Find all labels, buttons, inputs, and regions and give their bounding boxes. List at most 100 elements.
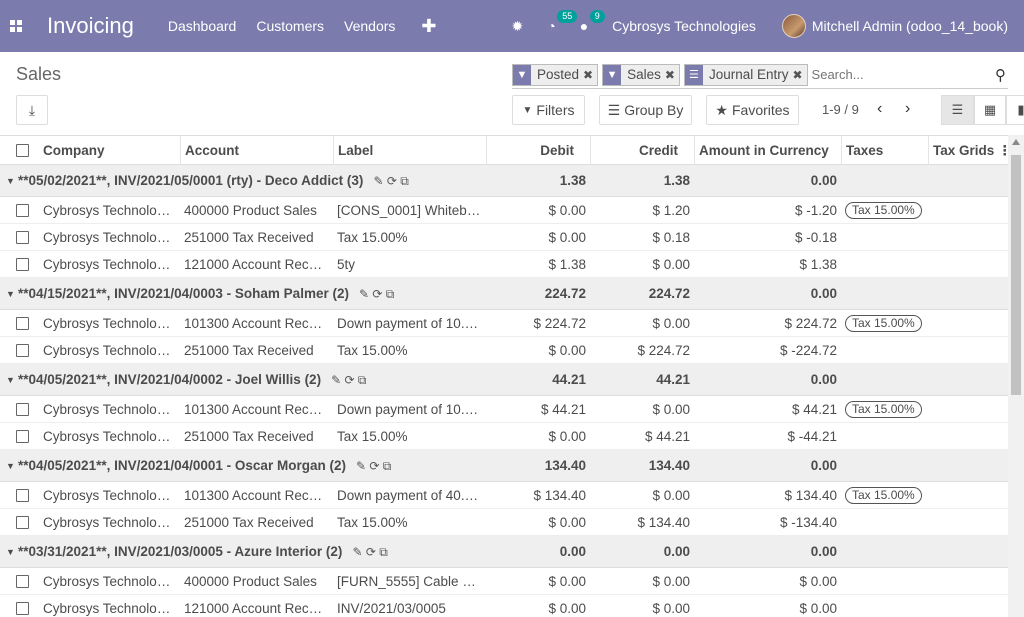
- row-checkbox[interactable]: [16, 403, 29, 416]
- row-checkbox[interactable]: [16, 575, 29, 588]
- duplicate-icon[interactable]: ⧉: [383, 459, 392, 473]
- row-checkbox[interactable]: [16, 602, 29, 615]
- duplicate-icon[interactable]: ⧉: [400, 174, 409, 188]
- edit-icon[interactable]: ✎: [331, 373, 341, 387]
- table-row[interactable]: Cybrosys Technologies 251000 Tax Received…: [0, 337, 1008, 364]
- duplicate-icon[interactable]: ⧉: [386, 287, 395, 301]
- user-avatar[interactable]: [781, 14, 806, 38]
- favorites-button[interactable]: ★ Favorites: [706, 95, 799, 125]
- cell-amount-in-currency: $ 134.40: [784, 488, 837, 503]
- col-taxes[interactable]: Taxes: [846, 136, 883, 165]
- table-row[interactable]: Cybrosys Technologies 400000 Product Sale…: [0, 568, 1008, 595]
- group-row[interactable]: ▼ **04/05/2021**, INV/2021/04/0002 - Joel…: [0, 364, 1008, 396]
- cell-amount-in-currency: $ -0.18: [794, 230, 837, 245]
- edit-icon[interactable]: ✎: [373, 174, 383, 188]
- menu-vendors[interactable]: Vendors: [344, 18, 395, 34]
- refresh-icon[interactable]: ⟳: [366, 545, 376, 559]
- group-credit: 0.00: [663, 544, 690, 559]
- cell-label: INV/2021/03/0005: [337, 601, 446, 616]
- menu-customers[interactable]: Customers: [256, 18, 324, 34]
- scroll-up-icon[interactable]: [1012, 139, 1020, 145]
- pivot-view-button[interactable]: ▦: [974, 95, 1006, 125]
- row-checkbox[interactable]: [16, 317, 29, 330]
- col-debit[interactable]: Debit: [490, 136, 574, 165]
- group-row[interactable]: ▼ **03/31/2021**, INV/2021/03/0005 - Azur…: [0, 536, 1008, 568]
- table-row[interactable]: Cybrosys Technologies 400000 Product Sale…: [0, 197, 1008, 224]
- user-menu[interactable]: Mitchell Admin (odoo_14_book): [812, 18, 1008, 34]
- table-row[interactable]: Cybrosys Technologies 251000 Tax Received…: [0, 423, 1008, 450]
- plus-icon[interactable]: ✚: [421, 16, 436, 37]
- refresh-icon[interactable]: ⟳: [369, 459, 379, 473]
- group-row[interactable]: ▼ **04/15/2021**, INV/2021/04/0003 - Soha…: [0, 278, 1008, 310]
- cell-account: 121000 Account Recei...: [184, 257, 329, 272]
- group-by-button[interactable]: ☰ Group By: [599, 95, 692, 125]
- list-view-button[interactable]: ☰: [941, 95, 974, 125]
- table-row[interactable]: Cybrosys Technologies 101300 Account Rece…: [0, 310, 1008, 337]
- search-icon[interactable]: ⚲: [995, 66, 1006, 84]
- company-switcher[interactable]: Cybrosys Technologies: [612, 18, 756, 34]
- graph-view-button[interactable]: ▮: [1006, 95, 1024, 125]
- bug-icon[interactable]: ✹: [511, 18, 523, 35]
- scroll-thumb[interactable]: [1011, 155, 1021, 395]
- col-amount-in-currency[interactable]: Amount in Currency: [699, 136, 829, 165]
- list-scrollbar[interactable]: [1008, 135, 1024, 617]
- menu-dashboard[interactable]: Dashboard: [168, 18, 237, 34]
- edit-icon[interactable]: ✎: [356, 459, 366, 473]
- top-navbar: Invoicing Dashboard Customers Vendors ✚ …: [0, 0, 1024, 52]
- pager-next-icon[interactable]: ›: [905, 100, 910, 118]
- col-credit[interactable]: Credit: [594, 136, 678, 165]
- activity-clock-icon[interactable]: ◔ 55: [547, 10, 578, 34]
- remove-facet-icon[interactable]: ✖: [665, 68, 679, 82]
- cell-amount-in-currency: $ -1.20: [794, 203, 837, 218]
- refresh-icon[interactable]: ⟳: [344, 373, 354, 387]
- search-input[interactable]: [811, 63, 995, 86]
- remove-facet-icon[interactable]: ✖: [792, 68, 806, 82]
- caret-down-icon: ▼: [6, 375, 15, 385]
- row-checkbox[interactable]: [16, 258, 29, 271]
- table-row[interactable]: Cybrosys Technologies 101300 Account Rece…: [0, 482, 1008, 509]
- pager-value[interactable]: 1-9 / 9: [822, 102, 859, 117]
- col-label[interactable]: Label: [338, 136, 373, 165]
- refresh-icon[interactable]: ⟳: [372, 287, 382, 301]
- row-checkbox[interactable]: [16, 430, 29, 443]
- cell-credit: $ 134.40: [637, 515, 690, 530]
- group-by-icon: ☰: [607, 101, 621, 118]
- filters-button[interactable]: ▼ Filters: [512, 95, 585, 125]
- row-checkbox[interactable]: [16, 231, 29, 244]
- cell-company: Cybrosys Technologies: [43, 316, 177, 331]
- group-label: **03/31/2021**, INV/2021/03/0005 - Azure…: [18, 544, 343, 559]
- download-button[interactable]: ⤓: [16, 95, 48, 125]
- edit-icon[interactable]: ✎: [352, 545, 362, 559]
- group-row[interactable]: ▼ **05/02/2021**, INV/2021/05/0001 (rty) …: [0, 165, 1008, 197]
- row-checkbox[interactable]: [16, 344, 29, 357]
- group-row[interactable]: ▼ **04/05/2021**, INV/2021/04/0001 - Osca…: [0, 450, 1008, 482]
- select-all-checkbox[interactable]: [16, 144, 29, 157]
- row-checkbox[interactable]: [16, 204, 29, 217]
- col-account[interactable]: Account: [185, 136, 239, 165]
- row-checkbox[interactable]: [16, 516, 29, 529]
- col-company[interactable]: Company: [43, 136, 105, 165]
- messages-icon[interactable]: ● 9: [580, 10, 605, 34]
- app-title[interactable]: Invoicing: [47, 13, 134, 39]
- cell-credit: $ 0.00: [652, 574, 690, 589]
- col-tax-grids[interactable]: Tax Grids: [933, 136, 994, 165]
- duplicate-icon[interactable]: ⧉: [358, 373, 367, 387]
- group-credit: 1.38: [663, 173, 690, 188]
- search-facet-journal-entry: ☰ Journal Entry ✖: [683, 63, 808, 86]
- cell-amount-in-currency: $ -134.40: [779, 515, 837, 530]
- refresh-icon[interactable]: ⟳: [387, 174, 397, 188]
- optional-columns-icon[interactable]: ⋮: [998, 136, 1008, 165]
- table-row[interactable]: Cybrosys Technologies 251000 Tax Received…: [0, 224, 1008, 251]
- cell-account: 251000 Tax Received: [184, 429, 314, 444]
- table-row[interactable]: Cybrosys Technologies 101300 Account Rece…: [0, 396, 1008, 423]
- edit-icon[interactable]: ✎: [359, 287, 369, 301]
- table-body: ▼ **05/02/2021**, INV/2021/05/0001 (rty) …: [0, 165, 1008, 617]
- row-checkbox[interactable]: [16, 489, 29, 502]
- duplicate-icon[interactable]: ⧉: [379, 545, 388, 559]
- pager-previous-icon[interactable]: ‹: [877, 100, 882, 118]
- apps-menu-icon[interactable]: [0, 0, 32, 52]
- table-row[interactable]: Cybrosys Technologies 121000 Account Rece…: [0, 251, 1008, 278]
- table-row[interactable]: Cybrosys Technologies 251000 Tax Received…: [0, 509, 1008, 536]
- table-row[interactable]: Cybrosys Technologies 121000 Account Rece…: [0, 595, 1008, 617]
- remove-facet-icon[interactable]: ✖: [583, 68, 597, 82]
